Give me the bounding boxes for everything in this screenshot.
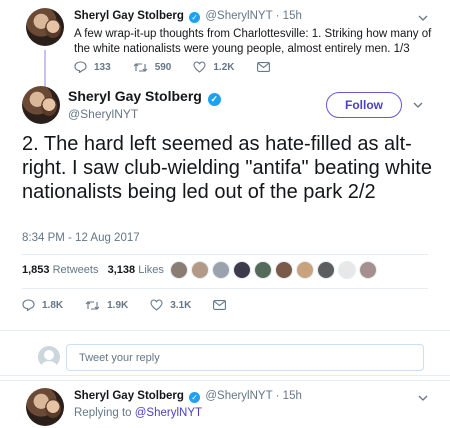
- next-tweet-divider: [0, 380, 450, 381]
- parent-author-handle[interactable]: @SherylNYT: [205, 10, 272, 22]
- main-retweet-button[interactable]: 1.9K: [85, 300, 128, 311]
- replying-to-link[interactable]: @SherylNYT: [135, 407, 202, 419]
- likes-stat[interactable]: 3,138 Likes: [108, 264, 164, 276]
- stats-top-divider: [22, 254, 428, 255]
- reply-input[interactable]: [66, 344, 424, 371]
- user-avatar-placeholder: [38, 346, 60, 368]
- replying-to-prefix: Replying to: [74, 407, 132, 419]
- reply-icon: [74, 61, 87, 73]
- likes-stat-label: Likes: [138, 264, 164, 276]
- parent-tweet-menu-chevron-icon[interactable]: [418, 13, 428, 23]
- liker-avatar[interactable]: [359, 261, 377, 279]
- main-tweet-timestamp[interactable]: 8:34 PM - 12 Aug 2017: [22, 232, 140, 244]
- retweet-icon: [133, 62, 148, 72]
- main-retweet-count: 1.9K: [107, 299, 129, 311]
- parent-tweet-actions: 133 590 1.2K: [74, 61, 299, 73]
- parent-tweet-text: A few wrap-it-up thoughts from Charlotte…: [74, 28, 432, 55]
- parent-retweet-button[interactable]: 590: [133, 61, 172, 73]
- main-verified-badge-icon: ✓: [207, 93, 221, 106]
- liker-avatar[interactable]: [317, 261, 335, 279]
- liker-avatar[interactable]: [254, 261, 272, 279]
- envelope-icon: [256, 62, 270, 72]
- liker-avatar[interactable]: [275, 261, 293, 279]
- heart-icon: [150, 299, 163, 311]
- liker-avatar[interactable]: [296, 261, 314, 279]
- parent-tweet-avatar[interactable]: [26, 8, 64, 46]
- liker-avatars: [170, 261, 380, 279]
- retweets-stat[interactable]: 1,853 Retweets: [22, 264, 98, 276]
- liker-avatar[interactable]: [170, 261, 188, 279]
- liker-avatar[interactable]: [191, 261, 209, 279]
- liker-avatar[interactable]: [233, 261, 251, 279]
- next-author-handle[interactable]: @SherylNYT: [205, 390, 272, 402]
- main-like-button[interactable]: 3.1K: [150, 299, 191, 311]
- verified-badge-icon: ✓: [189, 12, 201, 23]
- replying-to-line: Replying to @SherylNYT: [74, 407, 202, 419]
- main-author-name[interactable]: Sheryl Gay Stolberg: [68, 88, 202, 104]
- stats-bottom-divider: [22, 288, 428, 289]
- next-author-name[interactable]: Sheryl Gay Stolberg: [74, 390, 184, 402]
- parent-author-name[interactable]: Sheryl Gay Stolberg: [74, 10, 184, 22]
- reply-icon: [22, 299, 35, 311]
- separator-dot: ·: [275, 390, 280, 402]
- parent-like-count: 1.2K: [213, 61, 235, 73]
- retweets-stat-label: Retweets: [52, 264, 99, 276]
- engagement-stats: 1,853 Retweets 3,138 Likes: [22, 264, 164, 276]
- liker-avatar[interactable]: [338, 261, 356, 279]
- parent-tweet-header: Sheryl Gay Stolberg ✓ @SherylNYT · 15h: [74, 10, 302, 23]
- follow-button[interactable]: Follow: [326, 92, 402, 118]
- main-tweet-actions: 1.8K 1.9K 3.1K: [22, 299, 255, 311]
- next-tweet-header: Sheryl Gay Stolberg ✓ @SherylNYT · 15h: [74, 390, 302, 403]
- separator-dot: ·: [275, 10, 280, 22]
- next-tweet-avatar[interactable]: [26, 388, 64, 426]
- main-like-count: 3.1K: [170, 299, 192, 311]
- retweet-icon: [85, 300, 100, 310]
- main-reply-button[interactable]: 1.8K: [22, 299, 63, 311]
- parent-retweet-count: 590: [154, 61, 172, 73]
- main-tweet-text: 2. The hard left seemed as hate-filled a…: [22, 133, 432, 203]
- parent-reply-button[interactable]: 133: [74, 61, 111, 73]
- main-tweet-menu-chevron-icon[interactable]: [413, 100, 423, 110]
- parent-dm-button[interactable]: [256, 62, 277, 72]
- retweets-stat-count: 1,853: [22, 264, 50, 276]
- thread-connector-line: [44, 50, 46, 90]
- parent-like-button[interactable]: 1.2K: [193, 61, 235, 73]
- main-author-handle[interactable]: @SherylNYT: [68, 107, 138, 121]
- main-tweet-avatar[interactable]: [22, 86, 60, 124]
- next-tweet-age[interactable]: 15h: [283, 390, 302, 402]
- main-author-name-row: Sheryl Gay Stolberg ✓: [68, 88, 223, 106]
- next-verified-badge-icon: ✓: [189, 392, 201, 403]
- main-reply-count: 1.8K: [42, 299, 64, 311]
- liker-avatar[interactable]: [212, 261, 230, 279]
- envelope-icon: [213, 300, 227, 310]
- parent-tweet-age[interactable]: 15h: [283, 10, 302, 22]
- next-tweet-menu-chevron-icon[interactable]: [418, 393, 428, 403]
- main-dm-button[interactable]: [213, 300, 233, 310]
- heart-icon: [193, 61, 206, 73]
- likes-stat-count: 3,138: [107, 264, 136, 276]
- parent-reply-count: 133: [94, 61, 111, 73]
